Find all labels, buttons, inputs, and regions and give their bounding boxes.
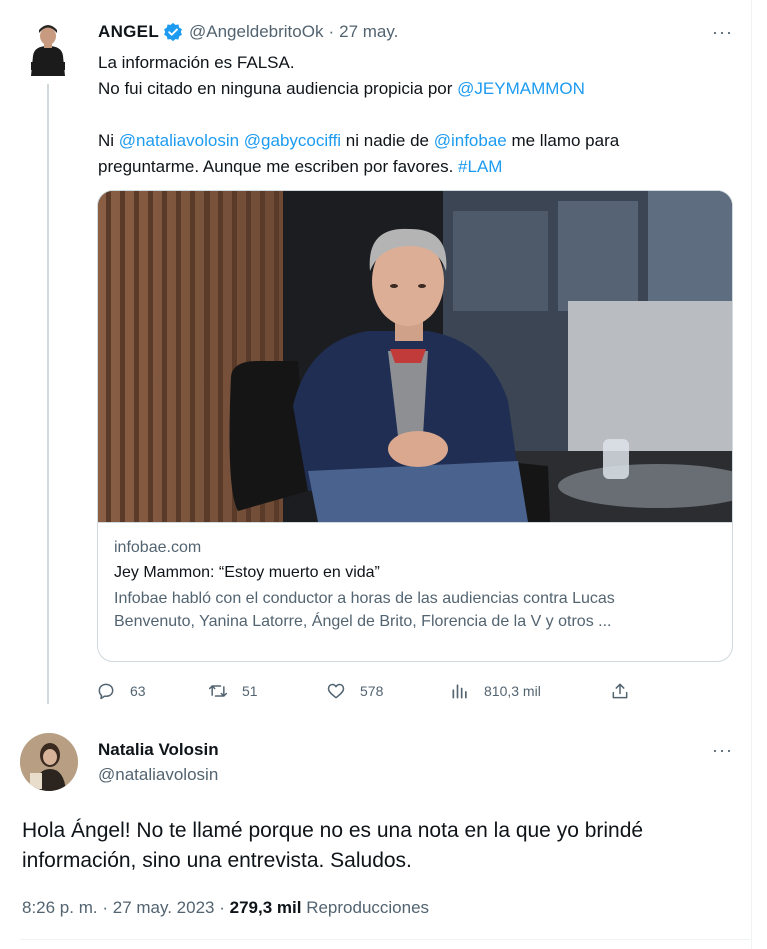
tweet-text-fragment: La información es FALSA. [98, 53, 295, 72]
tweet-text-line [98, 102, 738, 128]
tweet-angel[interactable]: ANGEL @AngeldebritoOk · 27 may. ··· La i… [0, 0, 751, 715]
more-options-icon[interactable]: ··· [712, 22, 733, 43]
tweet-text-fragment: ni nadie de [341, 131, 434, 150]
tweet-text-line: Ni @nataliavolosin @gabycociffi ni nadie… [98, 128, 738, 154]
right-edge-panel [751, 0, 767, 949]
reply-count: 63 [130, 683, 146, 699]
card-description-line: Infobae habló con el conductor a horas d… [114, 590, 615, 607]
tweet-text-line: La información es FALSA. [98, 50, 738, 76]
tweet-time[interactable]: 8:26 p. m. [22, 898, 98, 917]
like-button[interactable]: 578 [326, 676, 383, 706]
meta-separator: · [102, 898, 113, 917]
tweet-text-fragment: No fui citado en ninguna audiencia propi… [98, 79, 458, 98]
avatar-angel[interactable] [24, 18, 72, 82]
tweet-actions: 63 51 578 810,3 mil [96, 676, 656, 706]
retweet-button[interactable]: 51 [208, 676, 258, 706]
card-image[interactable] [98, 191, 732, 522]
tweet-text-fragment: preguntarme. Aunque me escriben por favo… [98, 157, 459, 176]
card-description-line: Benvenuto, Yanina Latorre, Ángel de Brit… [114, 613, 612, 630]
reply-icon [98, 683, 114, 700]
card-title: Jey Mammon: “Estoy muerto en vida” [114, 564, 380, 581]
card-body[interactable]: infobae.com Jey Mammon: “Estoy muerto en… [98, 522, 732, 661]
tweet-text-line: información, sino una entrevista. Saludo… [22, 849, 412, 872]
tweet-full-date[interactable]: 27 may. 2023 [113, 898, 215, 917]
avatar-natalia[interactable] [20, 733, 78, 791]
like-count: 578 [360, 683, 384, 699]
thread-line [47, 84, 49, 704]
mention-link[interactable]: @gabycociffi [244, 131, 341, 150]
heart-icon [327, 683, 345, 699]
tweet-text-fragment: Ni [98, 131, 119, 150]
tweet-text-line: preguntarme. Aunque me escriben por favo… [98, 154, 738, 180]
header-separator: · [328, 22, 335, 41]
author-handle[interactable]: @nataliavolosin [98, 765, 218, 785]
reply-button[interactable]: 63 [96, 676, 146, 706]
tweet-meta: 8:26 p. m. · 27 may. 2023 · 279,3 mil Re… [22, 898, 429, 918]
mention-link[interactable]: @JEYMAMMON [457, 79, 585, 98]
share-icon [612, 683, 628, 699]
retweet-count: 51 [242, 683, 258, 699]
card-domain: infobae.com [114, 539, 202, 556]
views-button[interactable]: 810,3 mil [450, 676, 541, 706]
hashtag-link[interactable]: #LAM [458, 157, 502, 176]
author-name[interactable]: Natalia Volosin [98, 740, 219, 760]
tweet-text: La información es FALSA. No fui citado en… [98, 50, 738, 180]
tweet-date[interactable]: 27 may. [339, 22, 398, 42]
meta-separator: · [219, 898, 230, 917]
tweet-header: ANGEL @AngeldebritoOk · 27 may. [98, 20, 398, 44]
divider [20, 939, 750, 940]
link-card[interactable]: infobae.com Jey Mammon: “Estoy muerto en… [97, 190, 733, 662]
share-button[interactable] [610, 676, 644, 706]
verified-badge-icon [164, 22, 182, 42]
views-label: Reproducciones [306, 898, 430, 917]
tweet-text-line: Hola Ángel! No te llamé porque no es una… [22, 819, 644, 842]
retweet-icon [208, 685, 228, 697]
tweet-text-line: No fui citado en ninguna audiencia propi… [98, 76, 738, 102]
tweet-text: Hola Ángel! No te llamé porque no es una… [22, 816, 742, 876]
views-count: 279,3 mil [229, 898, 302, 917]
author-name[interactable]: ANGEL [98, 22, 159, 42]
card-description: Infobae habló con el conductor a horas d… [114, 587, 716, 633]
tweet-text-fragment: me llamo para [506, 131, 620, 150]
author-handle[interactable]: @AngeldebritoOk [189, 22, 323, 42]
views-count: 810,3 mil [484, 683, 541, 699]
views-chart-icon [452, 684, 467, 699]
more-options-icon[interactable]: ··· [712, 740, 733, 761]
tweet-natalia[interactable]: Natalia Volosin @nataliavolosin ··· Hola… [0, 720, 751, 949]
mention-link[interactable]: @infobae [434, 131, 507, 150]
mention-link[interactable]: @nataliavolosin [119, 131, 239, 150]
